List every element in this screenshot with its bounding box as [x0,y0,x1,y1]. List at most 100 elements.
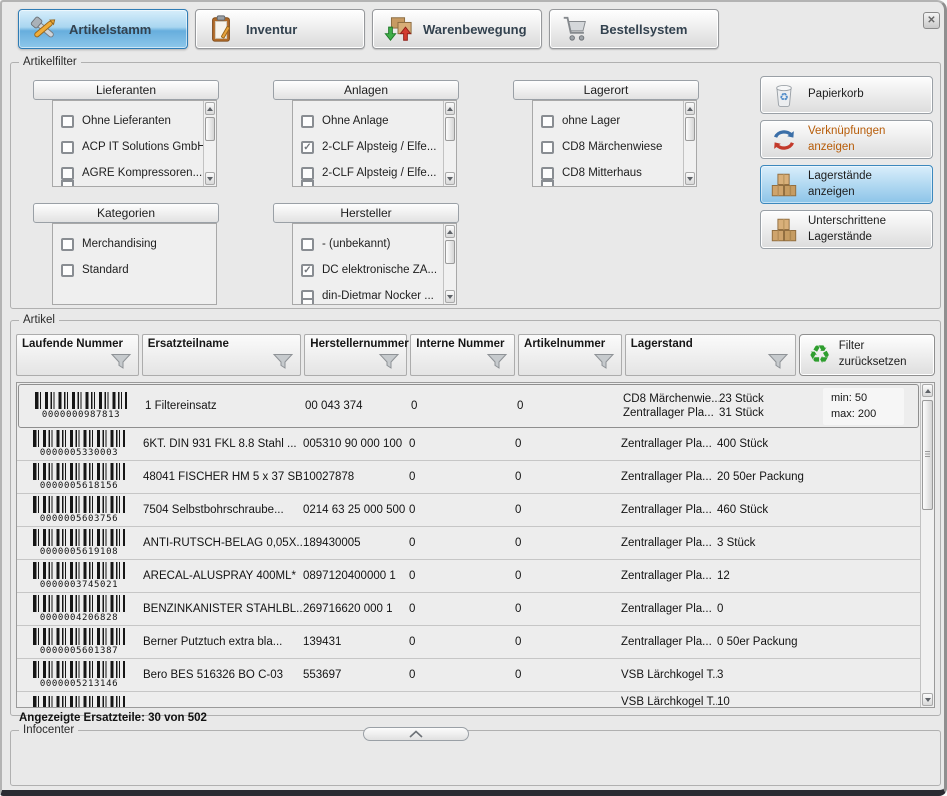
table-row[interactable]: 0000003745021ARECAL-ALUSPRAY 400ML*08971… [17,560,920,593]
checkbox[interactable] [301,115,314,128]
list-item[interactable]: ✓2-CLF Alpsteig / Elfe... [301,134,448,160]
scroll-up-icon[interactable] [922,384,933,397]
filter-funnel-icon[interactable] [593,353,615,373]
tab-inventur[interactable]: Inventur [195,9,365,49]
list-item[interactable]: ✓DC elektronische ZA... [301,257,448,283]
list-item[interactable]: din-Dietmar Nocker ... [301,283,448,305]
scroll-up-icon[interactable] [205,102,215,115]
filter-list-title-lieferanten[interactable]: Lieferanten [33,80,219,100]
scrollbar-thumb[interactable] [445,117,455,141]
filter-list-title-lagerort[interactable]: Lagerort [513,80,699,100]
list-scrollbar[interactable] [443,224,456,304]
list-item[interactable]: - (unbekannt) [301,231,448,257]
artikelnummer-cell: 0 [515,537,621,549]
tab-bestellsystem[interactable]: Bestellsystem [549,9,719,49]
tab-bar: ArtikelstammInventurWarenbewegungBestell… [18,9,719,49]
column-header-laufende-nummer[interactable]: Laufende Nummer [16,334,139,376]
list-item[interactable]: Standard [61,257,208,283]
tab-artikelstamm[interactable]: Artikelstamm [18,9,188,49]
side-button-papierkorb[interactable]: ♻Papierkorb [760,76,933,114]
table-row[interactable]: VSB Lärchkogel T...10 [17,692,920,708]
infocenter-collapse-button[interactable] [363,727,469,741]
list-item[interactable]: 2-CLF Alpsteig / Elfe... [301,160,448,186]
list-scrollbar[interactable] [443,101,456,186]
filter-funnel-icon[interactable] [378,353,400,373]
list-item-label: ACP IT Solutions GmbH [82,141,206,153]
table-row[interactable]: 00000056037567504 Selbstbohrschraube...0… [17,494,920,527]
column-header-interne-nummer[interactable]: Interne Nummer [410,334,515,376]
barcode-number: 0000005619108 [33,547,125,557]
side-button-unterschrittene-lagerstände[interactable]: Unterschrittene Lagerstände [760,210,933,249]
scroll-down-icon[interactable] [205,172,215,185]
checkbox[interactable] [541,115,554,128]
table-row[interactable]: 0000005213146Bero BES 516326 BO C-035536… [17,659,920,692]
list-item[interactable]: CD8 Mitterhaus [541,160,688,186]
scroll-up-icon[interactable] [685,102,695,115]
barcode-number: 0000003745021 [33,580,125,590]
filter-funnel-icon[interactable] [110,353,132,373]
scrollbar-thumb[interactable] [922,400,933,510]
checkbox[interactable] [61,264,74,277]
filter-list-title-anlagen[interactable]: Anlagen [273,80,459,100]
list-item[interactable]: Ohne Anlage [301,108,448,134]
list-scrollbar[interactable] [203,101,216,186]
column-header-ersatzteilname[interactable]: Ersatzteilname [142,334,302,376]
scroll-down-icon[interactable] [445,172,455,185]
scroll-down-icon[interactable] [445,290,455,303]
barcode-image [33,628,125,645]
checkbox[interactable] [61,115,74,128]
list-item[interactable]: CD8 Märchenwiese [541,134,688,160]
scrollbar-thumb[interactable] [445,240,455,264]
table-row[interactable]: 000000561815648041 FISCHER HM 5 x 37 SB1… [17,461,920,494]
column-header-herstellernummer[interactable]: Herstellernummer [304,334,407,376]
checkbox[interactable] [301,238,314,251]
ersatzteilname-cell: ARECAL-ALUSPRAY 400ML* [143,570,303,582]
tab-warenbewegung[interactable]: Warenbewegung [372,9,542,49]
herstellernummer-cell: 553697 [303,669,409,681]
infocenter-legend: Infocenter [19,724,78,736]
checkbox[interactable] [541,141,554,154]
table-scrollbar[interactable] [920,383,934,707]
scroll-down-icon[interactable] [922,693,933,706]
barcode-image [33,562,125,579]
tools-icon [29,14,59,44]
list-item[interactable]: AGRE Kompressoren... [61,160,208,186]
checkbox[interactable] [301,167,314,180]
table-row[interactable]: 0000005619108ANTI-RUTSCH-BELAG 0,05X...1… [17,527,920,560]
close-button[interactable]: ✕ [923,12,940,29]
filter-list-title-hersteller[interactable]: Hersteller [273,203,459,223]
list-item[interactable]: ohne Lager [541,108,688,134]
column-header-artikelnummer[interactable]: Artikelnummer [518,334,622,376]
lagermenge-text: 3 Stück [717,537,821,549]
list-item[interactable]: ACP IT Solutions GmbH [61,134,208,160]
scroll-up-icon[interactable] [445,102,455,115]
checkbox-checked[interactable]: ✓ [301,264,314,277]
table-row[interactable]: 00000009878131 Filtereinsatz00 043 37400… [18,384,919,428]
table-row[interactable]: 00000053300036KT. DIN 931 FKL 8.8 Stahl … [17,428,920,461]
list-scrollbar[interactable] [683,101,696,186]
checkbox[interactable] [61,141,74,154]
checkbox-checked[interactable]: ✓ [301,141,314,154]
filter-funnel-icon[interactable] [486,353,508,373]
filter-funnel-icon[interactable] [272,353,294,373]
filter-list-title-kategorien[interactable]: Kategorien [33,203,219,223]
lagerstand-menge-cell: 460 Stück [717,504,821,516]
list-item[interactable]: Ohne Lieferanten [61,108,208,134]
side-button-verknüpfungen-anzeigen[interactable]: Verknüpfungen anzeigen [760,120,933,159]
filter-funnel-icon[interactable] [767,353,789,373]
lagerstand-cell: VSB Lärchkogel T... [621,669,717,681]
scrollbar-thumb[interactable] [205,117,215,141]
checkbox[interactable] [61,238,74,251]
checkbox[interactable] [61,167,74,180]
interne-nummer-cell: 0 [409,603,515,615]
list-item[interactable]: Merchandising [61,231,208,257]
filter-reset-button[interactable]: ♻ Filter zurücksetzen [799,334,935,376]
scrollbar-thumb[interactable] [685,117,695,141]
scroll-down-icon[interactable] [685,172,695,185]
column-header-lagerstand[interactable]: Lagerstand [625,334,797,376]
scroll-up-icon[interactable] [445,225,455,238]
table-row[interactable]: 0000004206828BENZINKANISTER STAHLBL...26… [17,593,920,626]
checkbox[interactable] [541,167,554,180]
table-row[interactable]: 0000005601387Berner Putztuch extra bla..… [17,626,920,659]
side-button-lagerstände-anzeigen[interactable]: Lagerstände anzeigen [760,165,933,204]
